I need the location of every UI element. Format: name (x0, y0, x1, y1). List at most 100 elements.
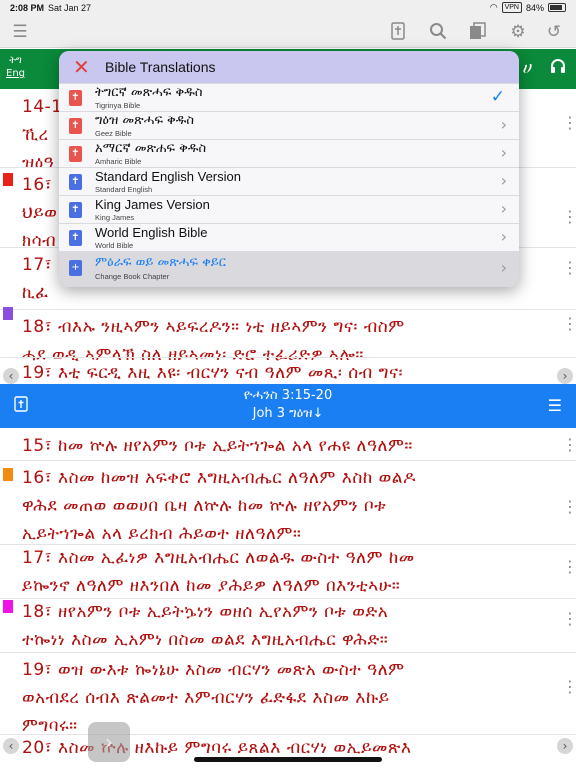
verse-line: ይኰንኖ ለዓለም ዘእንበለ ከመ ያሕይዎ ለዓለም በእንቲኣሁ። (22, 576, 401, 596)
status-bar: 2:08 PM Sat Jan 27 ◠ VPN 84% (0, 0, 576, 16)
chevron-right-icon: › (500, 227, 507, 246)
divider (0, 309, 576, 310)
translation-name: Standard English Version (95, 169, 241, 184)
translation-subtitle: King James (95, 213, 135, 222)
verse-more-icon[interactable]: ⋮ (562, 437, 576, 453)
verse-item[interactable]: 18፣ ዘየአምን ቦቱ ኢይትኴነን ወዘሰ ኢየአምን ቦቱ ወድአ ተኰነ… (22, 598, 552, 654)
translation-subtitle: Tigrinya Bible (95, 101, 141, 110)
checkmark-icon: ✓ (490, 87, 505, 107)
reference-subtitle[interactable]: Joh 3 ግዕዝ↓ (0, 406, 576, 421)
vpn-badge: VPN (501, 2, 522, 13)
battery-percent: 84% (525, 2, 544, 13)
change-book-label: ምዕራፍ ወይ መጽሓፍ ቀይር (95, 255, 226, 270)
lower-verse-pane[interactable]: 15፣ ከመ ኵሉ ዘየአምን ቦቱ ኢይትኀጐል አላ የሐዩ ለዓለም። ⋮… (0, 428, 576, 768)
verse-line: 16፣ እስመ ከመዝ አፍቀሮ እግዚአብሔር ለዓለም እስከ ወልዶ (22, 468, 416, 488)
history-icon[interactable]: ↺ (544, 22, 564, 42)
verse-line: ዋሕደ መጠወ ወወሀበ ቤዛ ለኵሉ ከመ ኵሉ ዘየአምን ቦቱ (22, 496, 387, 516)
status-time: 2:08 PM (10, 3, 45, 13)
chevron-right-icon: › (500, 171, 507, 190)
chevron-right-icon: › (500, 258, 507, 277)
status-right: ◠ VPN 84% (490, 2, 566, 13)
divider (0, 357, 576, 358)
bookmark-purple-icon (3, 307, 13, 324)
language-toggle[interactable]: ትግ Eng (6, 54, 25, 80)
chevron-right-icon: › (500, 143, 507, 162)
verse-line: 18፣ ብእኡ ንዚኣምን ኣይፍረዶን። ነቲ ዘይኣምን ግና፡ ብስም (22, 317, 405, 337)
battery-icon (548, 3, 566, 12)
add-book-icon: + (69, 260, 82, 276)
verse-line: 19፣ ወዝ ውእቱ ኰነኔሁ እስመ ብርሃን መጽአ ውስተ ዓለም (22, 660, 405, 680)
menu-icon[interactable]: ☰ (548, 396, 562, 415)
change-book-chapter-item[interactable]: + ምዕራፍ ወይ መጽሓፍ ቀይር Change Book Chapter › (59, 251, 519, 287)
bookmark-orange-icon (3, 468, 13, 485)
font-script-button[interactable]: ሀ (522, 58, 531, 78)
reference-bar[interactable]: ዮሓንስ 3:15-20 Joh 3 ግዕዝ↓ ☰ (0, 384, 576, 428)
verse-more-icon[interactable]: ⋮ (562, 209, 576, 225)
headphones-icon[interactable] (550, 58, 566, 79)
translation-item-tigrinya[interactable]: ✝ ትግርኛ መጽሓፍ ቅዱስ Tigrinya Bible ✓ (59, 83, 519, 111)
verse-more-icon[interactable]: ⋮ (562, 260, 576, 276)
bible-book-icon: ✝ (69, 90, 82, 106)
bible-book-icon: ✝ (69, 202, 82, 218)
settings-icon[interactable]: ⚙ (508, 22, 528, 42)
translation-subtitle: Amharic Bible (95, 157, 142, 166)
translation-item-standard-english[interactable]: ✝ Standard English Version Standard Engl… (59, 167, 519, 195)
next-chapter-button[interactable]: › (557, 368, 573, 384)
bible-book-icon[interactable] (388, 22, 408, 42)
chevron-right-icon: › (500, 199, 507, 218)
verse-item[interactable]: 17፣ እስመ ኢፈነዎ እግዚአብሔር ለወልዱ ውስተ ዓለም ከመ ይኰን… (22, 544, 552, 600)
verse-item[interactable]: 19፣ እቲ ፍርዲ እዚ እዩ፡ ብርሃን ናብ ዓለም መጺ፡ ሰብ ግና፡ (22, 359, 552, 384)
bible-book-icon: ✝ (69, 146, 82, 162)
close-icon[interactable]: ✕ (73, 55, 90, 79)
verse-more-icon[interactable]: ⋮ (562, 679, 576, 695)
translation-subtitle: World Bible (95, 241, 134, 250)
search-icon[interactable] (428, 22, 448, 42)
top-toolbar: ☰ ⚙ ↺ (0, 16, 576, 48)
popup-title: Bible Translations (105, 59, 216, 75)
translation-item-geez[interactable]: ✝ ግዕዝ መጽሓፍ ቅዱስ Geez Bible › (59, 111, 519, 139)
divider (0, 652, 576, 653)
language-toggle-bottom: Eng (6, 68, 26, 79)
translation-name: World English Bible (95, 225, 208, 240)
translation-name: King James Version (95, 197, 210, 212)
translation-item-world-english[interactable]: ✝ World English Bible World Bible › (59, 223, 519, 251)
verse-line: 19፣ እቲ ፍርዲ እዚ እዩ፡ ብርሃን ናብ ዓለም መጺ፡ ሰብ ግና፡ (22, 363, 403, 383)
verse-line: ወአብደረ ሰብእ ጽልመተ እምብርሃን ፈድፋደ እስመ እኩይ (22, 688, 390, 708)
bible-book-icon: ✝ (69, 230, 82, 246)
translation-name: ግዕዝ መጽሓፍ ቅዱስ (95, 113, 195, 128)
floating-next-button[interactable]: › (88, 722, 130, 762)
verse-item[interactable]: 15፣ ከመ ኵሉ ዘየአምን ቦቱ ኢይትኀጐል አላ የሐዩ ለዓለም። (22, 432, 552, 460)
verse-more-icon[interactable]: ⋮ (562, 316, 576, 332)
verse-more-icon[interactable]: ⋮ (562, 611, 576, 627)
next-chapter-button[interactable]: › (557, 738, 573, 754)
bible-book-icon: ✝ (69, 118, 82, 134)
translation-subtitle: Geez Bible (95, 129, 132, 138)
translation-item-king-james[interactable]: ✝ King James Version King James › (59, 195, 519, 223)
home-indicator (194, 757, 382, 762)
verse-more-icon[interactable]: ⋮ (562, 115, 576, 131)
popup-header: ✕ Bible Translations (59, 51, 519, 83)
translation-subtitle: Standard English (95, 185, 153, 194)
verse-more-icon[interactable]: ⋮ (562, 499, 576, 515)
previous-chapter-button[interactable]: ‹ (3, 738, 19, 754)
translation-name: አማርኛ መጽሐፍ ቅዱስ (95, 141, 207, 156)
wifi-icon: ◠ (489, 2, 498, 12)
bookmark-red-icon (3, 173, 13, 190)
verse-line: 15፣ ከመ ኵሉ ዘየአምን ቦቱ ኢይትኀጐል አላ የሐዩ ለዓለም። (22, 436, 413, 456)
bible-book-icon: ✝ (69, 174, 82, 190)
divider (0, 460, 576, 461)
verse-item[interactable]: 16፣ እስመ ከመዝ አፍቀሮ እግዚአብሔር ለዓለም እስከ ወልዶ ዋሕ… (22, 464, 552, 548)
verse-line: 18፣ ዘየአምን ቦቱ ኢይትኴነን ወዘሰ ኢየአምን ቦቱ ወድአ (22, 602, 389, 622)
verse-line: 17፣ እስመ ኢፈነዎ እግዚአብሔር ለወልዱ ውስተ ዓለም ከመ (22, 548, 415, 568)
verse-more-icon[interactable]: ⋮ (562, 559, 576, 575)
verse-line: ተኰነነ እስመ ኢአምነ በስመ ወልደ እግዚአብሔር ዋሕድ። (22, 630, 389, 650)
change-book-subtitle: Change Book Chapter (95, 272, 170, 281)
language-toggle-top: ትግ (9, 55, 22, 66)
reference-title: ዮሓንስ 3:15-20 (243, 388, 333, 403)
menu-icon[interactable]: ☰ (10, 22, 30, 42)
translations-popup: ✕ Bible Translations ✝ ትግርኛ መጽሓፍ ቅዱስ Tig… (59, 51, 519, 287)
translation-item-amharic[interactable]: ✝ አማርኛ መጽሐፍ ቅዱስ Amharic Bible › (59, 139, 519, 167)
bookmark-magenta-icon (3, 600, 13, 617)
bookmarks-icon[interactable] (468, 22, 488, 42)
previous-chapter-button[interactable]: ‹ (3, 368, 19, 384)
